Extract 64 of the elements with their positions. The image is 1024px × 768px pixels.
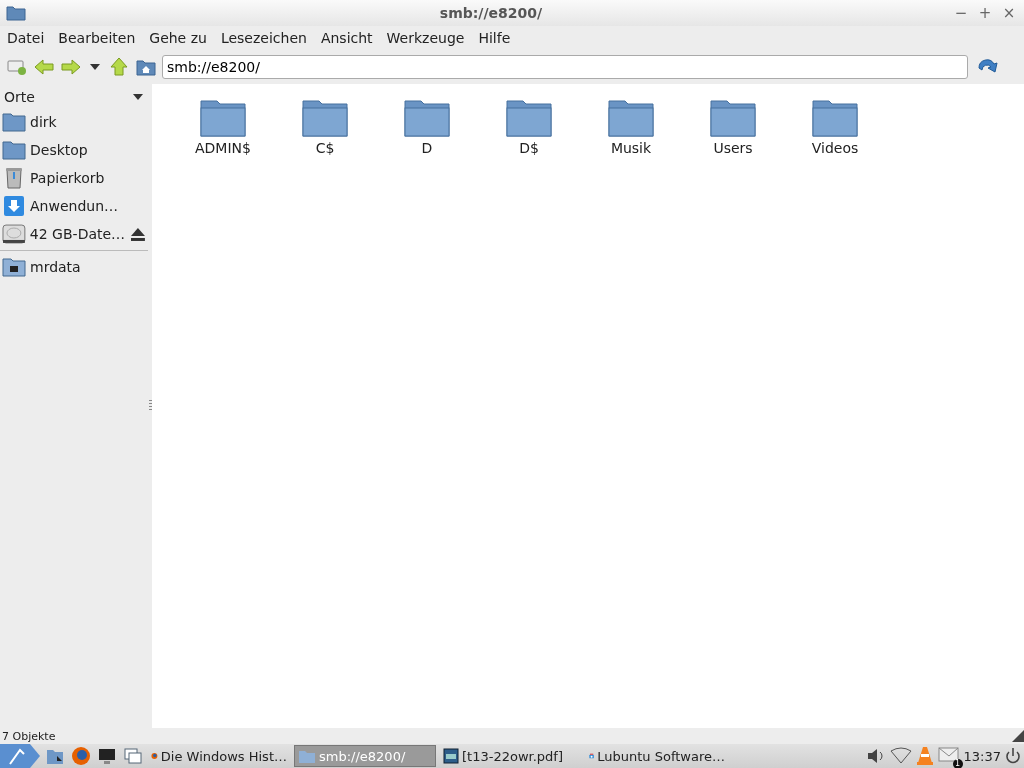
sidebar-item[interactable]: dirk	[30, 114, 57, 130]
menu-item[interactable]: Bearbeiten	[58, 30, 136, 46]
sidebar-item[interactable]: 42 GB-Date…	[29, 226, 126, 242]
folder-icon[interactable]	[403, 98, 451, 138]
new-tab-icon[interactable]	[6, 57, 28, 77]
window-control-button[interactable]: ×	[998, 4, 1020, 22]
folder-icon[interactable]	[199, 98, 247, 138]
hard-drive-icon	[2, 223, 26, 245]
resize-grip-icon[interactable]	[1012, 730, 1024, 742]
network-folder-icon	[2, 256, 26, 278]
volume-icon[interactable]	[865, 747, 886, 765]
folder-icon	[298, 748, 316, 764]
folder-icon[interactable]	[505, 98, 553, 138]
menu-item[interactable]: Ansicht	[320, 30, 373, 46]
mail-icon[interactable]	[937, 745, 960, 764]
back-arrow-icon[interactable]	[33, 57, 55, 77]
folder-icon[interactable]	[607, 98, 655, 138]
globe-icon[interactable]	[71, 746, 91, 766]
sidebar-item[interactable]: Desktop	[30, 142, 88, 158]
file-name[interactable]: Musik	[610, 140, 652, 156]
status-text: 7 Objekte	[2, 729, 56, 743]
folder-icon[interactable]	[709, 98, 757, 138]
window-control-button[interactable]: −	[950, 4, 972, 22]
sidebar-item[interactable]: Anwendun…	[30, 198, 119, 214]
menu-item[interactable]: Werkzeuge	[386, 30, 465, 46]
menu-item[interactable]: Lesezeichen	[220, 30, 307, 46]
file-name[interactable]: Users	[713, 140, 753, 156]
file-name[interactable]: ADMIN$	[195, 140, 251, 156]
monitor-icon[interactable]	[97, 746, 117, 766]
taskbar-button[interactable]: [t13-22owr.pdf]	[440, 745, 582, 767]
file-name[interactable]: D$	[519, 140, 539, 156]
window-title: smb://e8200/	[438, 5, 544, 21]
folder-icon	[6, 5, 26, 21]
resize-handle[interactable]	[149, 400, 152, 412]
sidebar-item[interactable]: Papierkorb	[30, 170, 105, 186]
forward-arrow-icon[interactable]	[60, 57, 82, 77]
file-name[interactable]: D	[421, 140, 433, 156]
menu-item[interactable]: Datei	[7, 30, 45, 46]
eject-icon[interactable]	[129, 226, 147, 242]
wifi-icon[interactable]	[889, 747, 912, 765]
menu-item[interactable]: Hilfe	[478, 30, 511, 46]
start-menu-icon[interactable]	[0, 744, 40, 768]
file-name[interactable]: Videos	[811, 140, 859, 156]
menu-item[interactable]: Gehe zu	[149, 30, 207, 46]
location-field[interactable]: smb://e8200/	[162, 55, 968, 79]
folder-icon[interactable]	[301, 98, 349, 138]
notification-badge: 1	[952, 758, 963, 768]
download-icon	[2, 195, 26, 217]
document-icon	[443, 748, 459, 764]
home-folder-icon[interactable]	[135, 57, 157, 77]
sidebar-title: Orte	[4, 89, 35, 105]
folder-icon[interactable]	[811, 98, 859, 138]
file-name[interactable]: C$	[315, 140, 335, 156]
bookmark-item[interactable]: mrdata	[30, 259, 81, 275]
clock: 13:37	[963, 748, 1001, 764]
windows-icon[interactable]	[123, 746, 143, 766]
window-control-button[interactable]: +	[974, 4, 996, 22]
folder-icon	[2, 139, 26, 161]
dropdown-icon[interactable]	[132, 92, 144, 102]
power-icon[interactable]	[1005, 747, 1021, 765]
taskbar-button[interactable]: Die Windows Hist…	[148, 745, 290, 767]
up-arrow-icon[interactable]	[108, 57, 130, 77]
taskbar-button[interactable]: Lubuntu Software…	[586, 745, 728, 767]
folder-icon	[2, 111, 26, 133]
